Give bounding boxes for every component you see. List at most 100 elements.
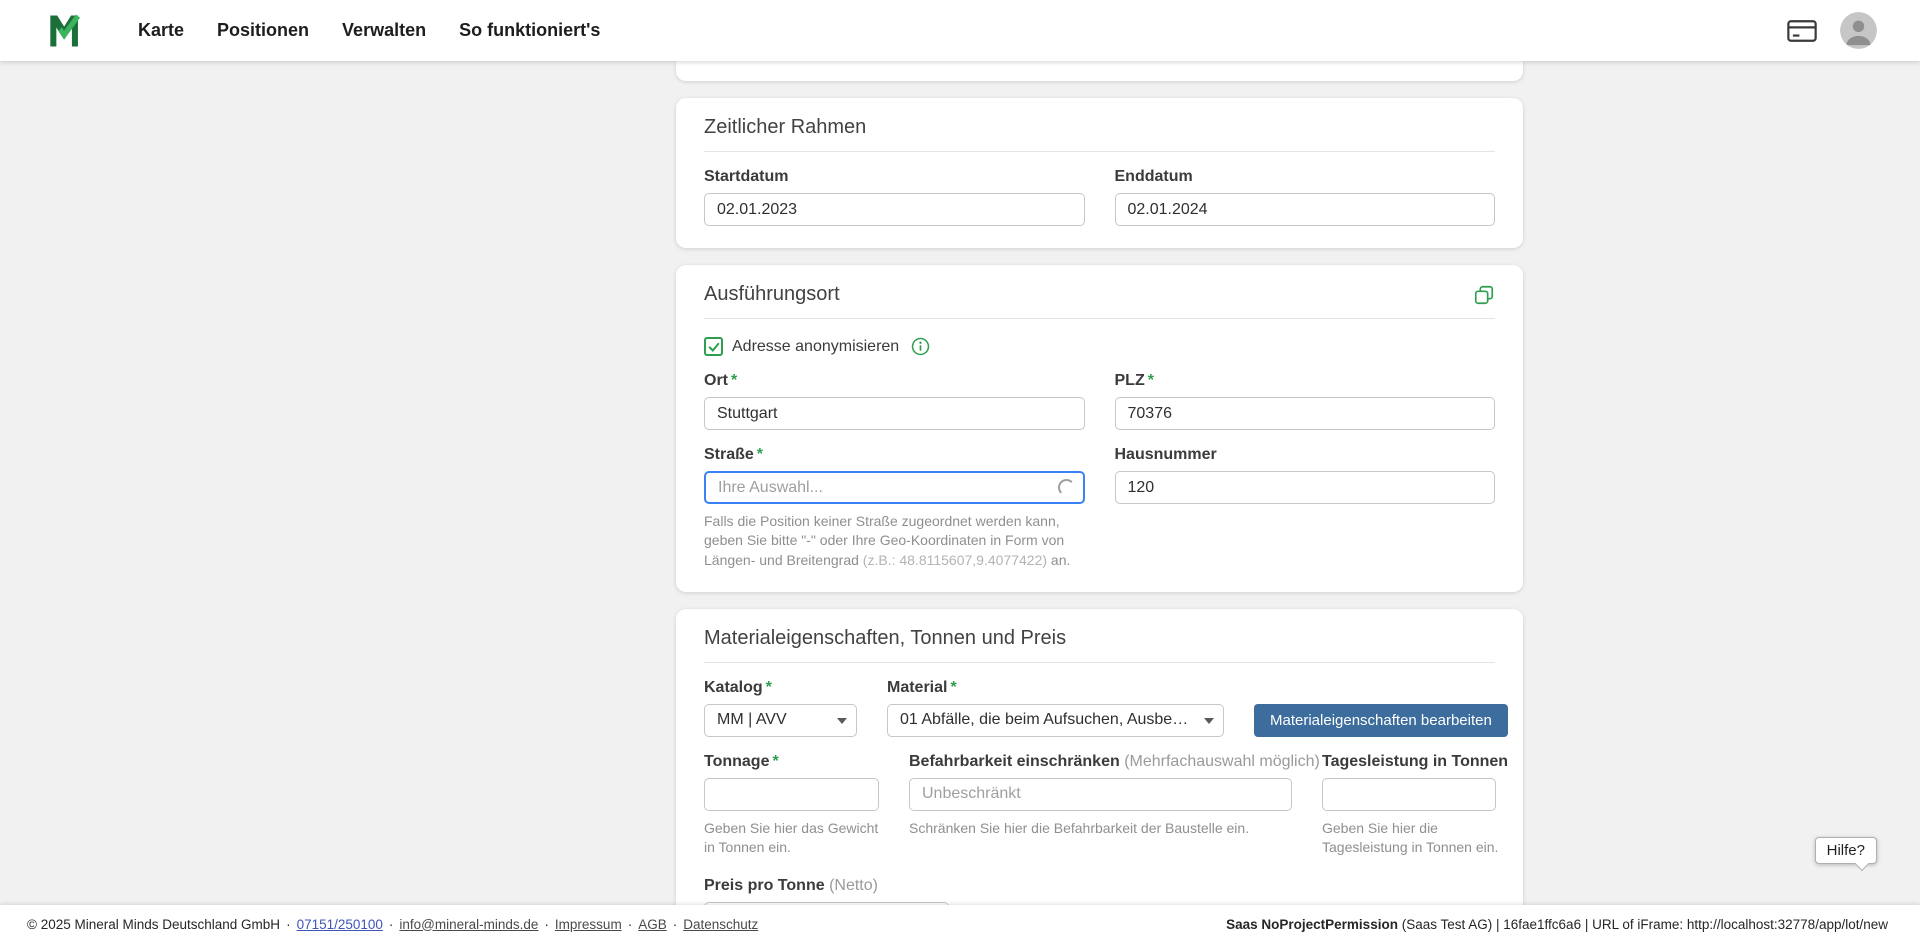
befahrbarkeit-input[interactable]: [909, 778, 1292, 811]
ort-field: Ort*: [704, 372, 1085, 430]
strasse-input[interactable]: [704, 471, 1085, 504]
preis-label-hint: (Netto): [829, 877, 878, 894]
help-button-label: Hilfe?: [1827, 842, 1865, 859]
timeframe-card: Zeitlicher Rahmen Startdatum Enddatum: [676, 98, 1523, 248]
copy-icon[interactable]: [1473, 284, 1495, 306]
befahrbarkeit-label: Befahrbarkeit einschränken (Mehrfachausw…: [909, 753, 1292, 771]
footer-link-impressum[interactable]: Impressum: [555, 917, 622, 932]
required-marker: *: [950, 679, 956, 696]
user-avatar[interactable]: [1840, 12, 1877, 49]
chevron-down-icon: [1204, 718, 1214, 724]
scrolled-card-bottom: [676, 61, 1523, 81]
info-icon[interactable]: [911, 337, 930, 356]
material-select[interactable]: 01 Abfälle, die beim Aufsuchen, Ausbeute…: [887, 704, 1224, 737]
strasse-label: Straße*: [704, 446, 1085, 464]
billing-card-icon[interactable]: [1786, 18, 1818, 44]
nav-item-positionen[interactable]: Positionen: [217, 20, 309, 41]
footer-saas-permission: Saas NoProjectPermission: [1226, 917, 1398, 932]
material-card-head: Materialeigenschaften, Tonnen und Preis: [704, 623, 1495, 663]
tonnage-field: Tonnage* Geben Sie hier das Gewicht in T…: [704, 753, 879, 857]
footer-copyright: © 2025 Mineral Minds Deutschland GmbH: [27, 917, 280, 932]
katalog-field: Katalog* MM | AVV: [704, 679, 857, 737]
ort-label: Ort*: [704, 372, 1085, 390]
footer-separator: ·: [628, 917, 633, 932]
anonymize-row: Adresse anonymisieren: [704, 337, 1495, 356]
footer-separator: ·: [286, 917, 291, 932]
nav-item-so-funktionierts[interactable]: So funktioniert's: [459, 20, 600, 41]
preis-label: Preis pro Tonne (Netto): [704, 877, 1495, 895]
nav-item-verwalten[interactable]: Verwalten: [342, 20, 426, 41]
startdatum-label: Startdatum: [704, 168, 1085, 186]
main-nav: Karte Positionen Verwalten So funktionie…: [138, 20, 600, 41]
tagesleistung-input[interactable]: [1322, 778, 1496, 811]
required-marker: *: [766, 679, 772, 696]
required-marker: *: [757, 446, 763, 463]
mineral-minds-logo[interactable]: [46, 10, 86, 52]
tagesleistung-label: Tagesleistung in Tonnen: [1322, 753, 1496, 771]
startdatum-input[interactable]: [704, 193, 1085, 226]
person-icon: [1840, 12, 1877, 49]
hausnummer-field: Hausnummer: [1115, 446, 1496, 570]
plz-label: PLZ*: [1115, 372, 1496, 390]
footer-separator: ·: [673, 917, 678, 932]
footer-right: Saas NoProjectPermission (Saas Test AG) …: [1226, 917, 1888, 932]
footer: © 2025 Mineral Minds Deutschland GmbH · …: [0, 905, 1920, 943]
katalog-select-value: MM | AVV: [717, 711, 787, 729]
required-marker: *: [1148, 372, 1154, 389]
plz-field: PLZ*: [1115, 372, 1496, 430]
befahrbarkeit-helper: Schränken Sie hier die Befahrbarkeit der…: [909, 819, 1292, 838]
anonymize-checkbox[interactable]: [704, 337, 723, 356]
timeframe-title: Zeitlicher Rahmen: [704, 116, 866, 139]
location-title: Ausführungsort: [704, 283, 840, 306]
material-label: Material*: [887, 679, 1224, 697]
timeframe-card-head: Zeitlicher Rahmen: [704, 112, 1495, 152]
enddatum-label: Enddatum: [1115, 168, 1496, 186]
katalog-select[interactable]: MM | AVV: [704, 704, 857, 737]
required-marker: *: [731, 372, 737, 389]
footer-email-link[interactable]: info@mineral-minds.de: [399, 917, 538, 932]
strasse-hint: Falls die Position keiner Straße zugeord…: [704, 512, 1085, 570]
strasse-field: Straße* Falls die Position keiner Straße…: [704, 446, 1085, 570]
location-card-head: Ausführungsort: [704, 279, 1495, 319]
material-title: Materialeigenschaften, Tonnen und Preis: [704, 627, 1066, 650]
befahrbarkeit-field: Befahrbarkeit einschränken (Mehrfachausw…: [909, 753, 1292, 857]
hausnummer-input[interactable]: [1115, 471, 1496, 504]
tonnage-label: Tonnage*: [704, 753, 879, 771]
loading-spinner-icon: [1058, 479, 1075, 496]
footer-link-datenschutz[interactable]: Datenschutz: [683, 917, 758, 932]
hausnummer-label: Hausnummer: [1115, 446, 1496, 464]
location-card: Ausführungsort Adresse anonymisieren: [676, 265, 1523, 592]
form-column: Zeitlicher Rahmen Startdatum Enddatum Au…: [676, 61, 1523, 943]
footer-phone-link[interactable]: 07151/250100: [297, 917, 383, 932]
chevron-down-icon: [837, 718, 847, 724]
required-marker: *: [772, 753, 778, 770]
material-field: Material* 01 Abfälle, die beim Aufsuchen…: [887, 679, 1224, 737]
check-icon: [707, 340, 721, 354]
footer-iframe-info: (Saas Test AG) | 16fae1ffc6a6 | URL of i…: [1398, 917, 1888, 932]
logo-icon: [46, 11, 84, 51]
nav-item-karte[interactable]: Karte: [138, 20, 184, 41]
enddatum-input[interactable]: [1115, 193, 1496, 226]
footer-separator: ·: [544, 917, 549, 932]
footer-separator: ·: [389, 917, 394, 932]
befahrbarkeit-label-hint: (Mehrfachauswahl möglich): [1124, 753, 1320, 770]
top-navbar: Karte Positionen Verwalten So funktionie…: [0, 0, 1920, 61]
footer-link-agb[interactable]: AGB: [638, 917, 667, 932]
material-select-value: 01 Abfälle, die beim Aufsuchen, Ausbeute…: [900, 711, 1197, 729]
plz-input[interactable]: [1115, 397, 1496, 430]
tagesleistung-field: Tagesleistung in Tonnen Geben Sie hier d…: [1322, 753, 1496, 857]
footer-left: © 2025 Mineral Minds Deutschland GmbH · …: [27, 917, 758, 932]
startdatum-field: Startdatum: [704, 168, 1085, 226]
material-card: Materialeigenschaften, Tonnen und Preis …: [676, 609, 1523, 943]
anonymize-label: Adresse anonymisieren: [732, 338, 899, 356]
ort-input[interactable]: [704, 397, 1085, 430]
help-button[interactable]: Hilfe?: [1815, 837, 1877, 864]
katalog-label: Katalog*: [704, 679, 857, 697]
enddatum-field: Enddatum: [1115, 168, 1496, 226]
tonnage-helper: Geben Sie hier das Gewicht in Tonnen ein…: [704, 819, 879, 857]
navbar-right: [1786, 12, 1877, 49]
help-button-tail: [1855, 857, 1869, 871]
tagesleistung-helper: Geben Sie hier die Tagesleistung in Tonn…: [1322, 819, 1527, 857]
tonnage-input[interactable]: [704, 778, 879, 811]
edit-material-properties-button[interactable]: Materialeigenschaften bearbeiten: [1254, 704, 1508, 737]
